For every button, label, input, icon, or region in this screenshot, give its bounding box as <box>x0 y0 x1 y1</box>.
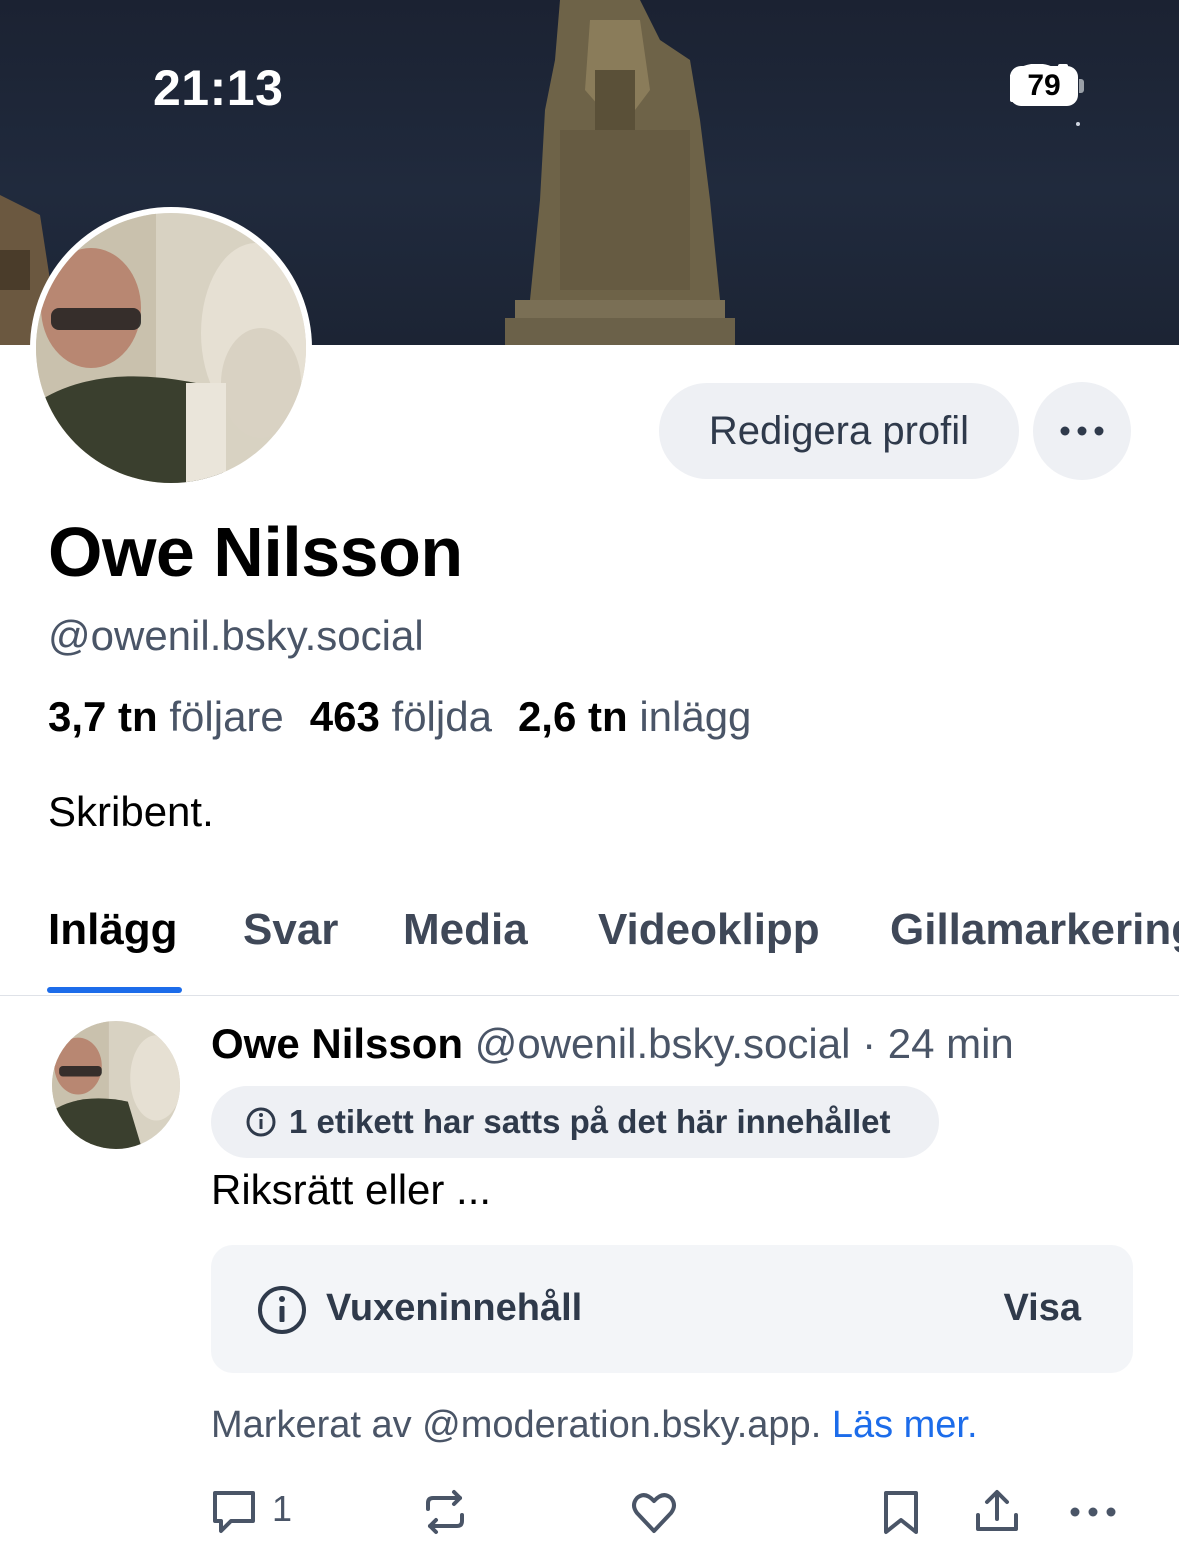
content-label-pill[interactable]: 1 etikett har satts på det här innehålle… <box>211 1086 939 1158</box>
post-text: Riksrätt eller ... <box>211 1166 492 1213</box>
tab-replies[interactable]: Svar <box>243 905 338 955</box>
stat-value: 463 <box>309 693 380 740</box>
battery-level: 79 <box>1010 66 1078 106</box>
stat-label: inlägg <box>639 693 752 740</box>
read-more-link[interactable]: Läs mer. <box>832 1404 978 1446</box>
profile-bio: Skribent. <box>48 788 214 835</box>
adult-content-warning[interactable]: Vuxeninnehåll Visa <box>211 1245 1133 1373</box>
bookmark-icon[interactable] <box>876 1487 926 1537</box>
share-icon[interactable] <box>972 1487 1022 1537</box>
stat-label: följda <box>391 693 492 740</box>
like-heart-icon[interactable] <box>629 1487 679 1537</box>
show-button[interactable]: Visa <box>1004 1287 1081 1330</box>
repost-icon[interactable] <box>420 1487 470 1537</box>
profile-avatar[interactable] <box>30 207 312 489</box>
profile-name: Owe Nilsson <box>48 513 463 591</box>
reply-count: 1 <box>272 1488 293 1529</box>
active-tab-indicator <box>47 987 182 993</box>
reply-icon[interactable] <box>209 1487 259 1537</box>
profile-handle: @owenil.bsky.social <box>48 612 424 659</box>
tab-posts[interactable]: Inlägg <box>48 905 178 955</box>
adult-content-label: Vuxeninnehåll <box>326 1287 583 1329</box>
post-time: · 24 min <box>862 1020 1014 1067</box>
marked-by-text: Markerat av @moderation.bsky.app. <box>211 1404 822 1446</box>
tab-likes[interactable]: Gillamarkeringar <box>890 905 1179 955</box>
post-author[interactable]: Owe Nilsson <box>211 1020 463 1067</box>
status-time: 21:13 <box>153 60 284 116</box>
avatar-photo <box>52 1021 180 1149</box>
more-options-button[interactable] <box>1033 382 1131 480</box>
stat-value: 3,7 tn <box>48 693 158 740</box>
stat-value: 2,6 tn <box>517 693 628 740</box>
post-handle[interactable]: @owenil.bsky.social <box>475 1020 851 1067</box>
post-avatar[interactable] <box>52 1021 180 1149</box>
post-more-icon[interactable] <box>1068 1487 1118 1537</box>
moderation-note: Markerat av @moderation.bsky.app. Läs me… <box>211 1404 978 1447</box>
status-icons: 79 <box>1010 64 1084 108</box>
tab-media[interactable]: Media <box>403 905 528 955</box>
profile-tabs: Inlägg Svar Media Videoklipp Gillamarker… <box>0 895 1179 996</box>
post-header: Owe Nilsson @owenil.bsky.social · 24 min <box>211 1020 1014 1068</box>
info-icon <box>246 1107 276 1137</box>
avatar-photo <box>36 213 306 483</box>
tab-videos[interactable]: Videoklipp <box>598 905 820 955</box>
stat-label: följare <box>169 693 284 740</box>
label-notice-text: 1 etikett har satts på det här innehålle… <box>289 1103 891 1140</box>
stat-followers[interactable]: 3,7 tn följare <box>48 693 284 741</box>
info-icon <box>258 1286 306 1334</box>
stat-posts: 2,6 tn inlägg <box>518 693 751 741</box>
battery-icon: 79 <box>1010 66 1084 106</box>
edit-profile-button[interactable]: Redigera profil <box>659 383 1019 479</box>
profile-stats: 3,7 tn följare 463 följda 2,6 tn inlägg <box>48 693 751 741</box>
ellipsis-icon <box>1060 426 1104 436</box>
stat-following[interactable]: 463 följda <box>310 693 492 741</box>
